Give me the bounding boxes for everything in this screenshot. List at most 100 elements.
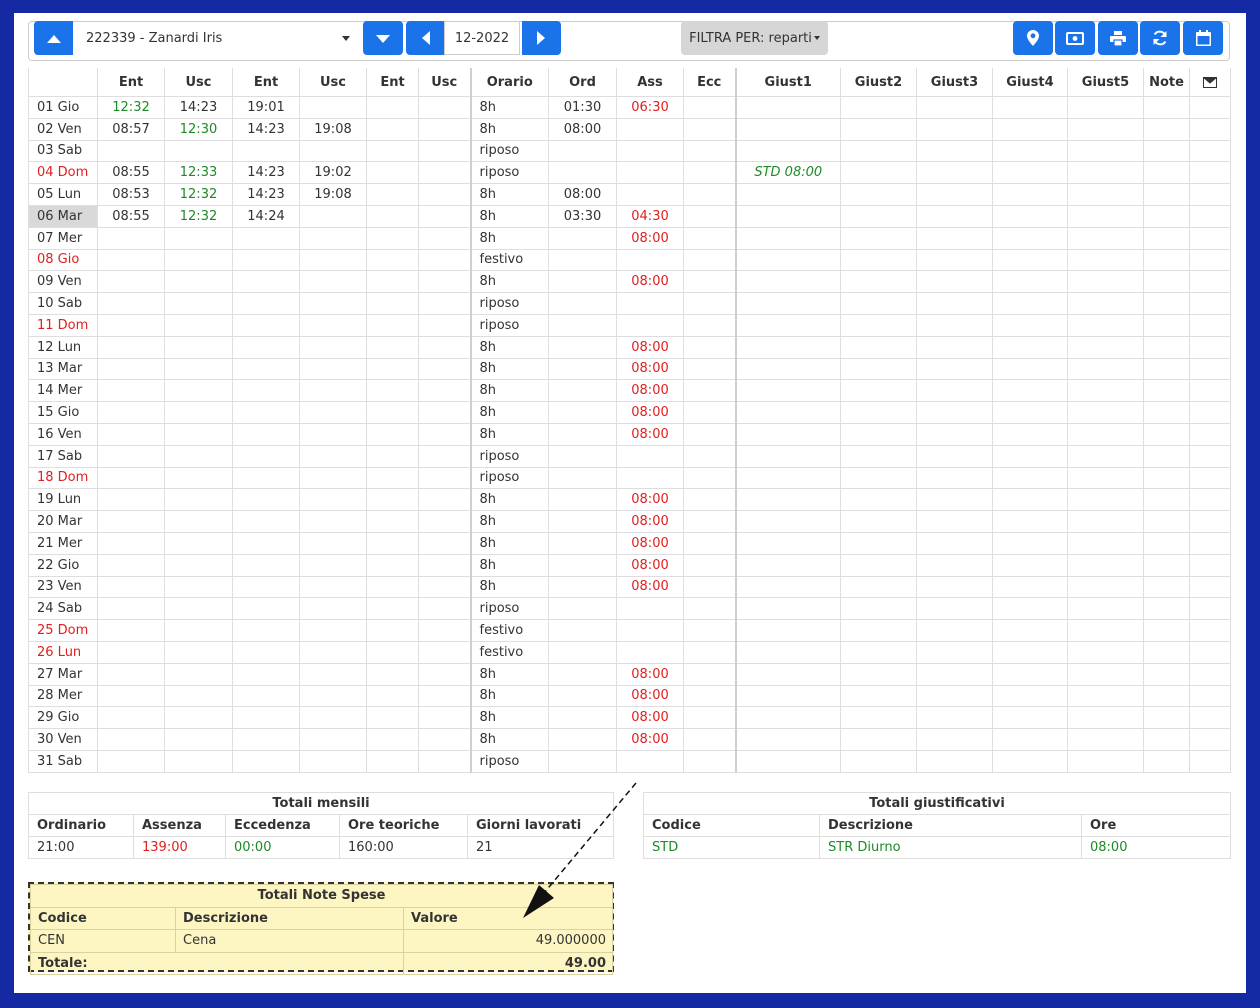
cell-day[interactable]: 18 Dom	[28, 466, 98, 490]
filter-dropdown-button[interactable]: FILTRA PER: reparti	[681, 21, 828, 55]
cell-u3	[418, 161, 471, 185]
cell-ord	[548, 706, 617, 730]
previous-month-button[interactable]	[406, 21, 444, 55]
cell-day[interactable]: 16 Ven	[28, 422, 98, 446]
cell-ord: 08:00	[548, 183, 617, 206]
cell-note	[1143, 204, 1190, 228]
cell-day[interactable]: 19 Lun	[28, 488, 98, 512]
cell-e2	[232, 684, 300, 708]
employee-select[interactable]: 222339 - Zanardi Iris	[73, 23, 356, 53]
cell-giust3	[916, 531, 993, 555]
cell-e1	[97, 270, 165, 294]
cell-ord	[548, 313, 617, 337]
cell-note	[1143, 270, 1190, 294]
cell-orario: riposo	[469, 444, 549, 468]
cell-e3	[366, 379, 419, 403]
cell-giust1	[734, 749, 841, 773]
cell-day[interactable]: 04 Dom	[28, 161, 98, 185]
cell-orario: festivo	[469, 640, 549, 664]
cell-day[interactable]: 23 Ven	[28, 575, 98, 599]
cell-giust4	[992, 183, 1068, 206]
cell-u2	[299, 510, 367, 533]
cell-giust5	[1067, 575, 1144, 599]
cell-ass: 08:00	[616, 270, 684, 294]
cell-orario: 8h	[469, 553, 549, 577]
cell-day[interactable]: 08 Gio	[28, 248, 98, 272]
cell-day[interactable]: 10 Sab	[28, 292, 98, 315]
cell-day[interactable]: 22 Gio	[28, 553, 98, 577]
cell-ord	[548, 662, 617, 686]
col-orario: Orario	[469, 68, 549, 97]
cell-day[interactable]: 07 Mer	[28, 226, 98, 250]
cell-e3	[366, 488, 419, 512]
cell-day[interactable]: 20 Mar	[28, 510, 98, 533]
cell-giust5	[1067, 466, 1144, 490]
cell-day[interactable]: 06 Mar	[28, 204, 98, 228]
cell-day[interactable]: 25 Dom	[28, 619, 98, 642]
cell-day[interactable]: 13 Mar	[28, 357, 98, 381]
cell-mail	[1189, 444, 1231, 468]
expenses-button[interactable]	[1055, 21, 1095, 55]
cell-giust1	[734, 662, 841, 686]
cell-day[interactable]: 11 Dom	[28, 313, 98, 337]
cell-day[interactable]: 05 Lun	[28, 183, 98, 206]
cell-u3	[418, 640, 471, 664]
location-button[interactable]	[1013, 21, 1053, 55]
refresh-button[interactable]	[1140, 21, 1180, 55]
justification-totals-title: Totali giustificativi	[643, 792, 1231, 815]
cell-note	[1143, 401, 1190, 424]
cell-day[interactable]: 14 Mer	[28, 379, 98, 403]
table-row: 01 Gio 12:32 14:23 19:01 8h 01:30 06:30	[28, 96, 1231, 119]
cell-ecc	[683, 706, 736, 730]
cell-giust4	[992, 466, 1068, 490]
cell-giust4	[992, 531, 1068, 555]
cell-day[interactable]: 21 Mer	[28, 531, 98, 555]
cell-giust5	[1067, 117, 1144, 141]
month-input[interactable]: 12-2022	[444, 21, 520, 55]
cell-ecc	[683, 117, 736, 141]
cell-e3	[366, 183, 419, 206]
table-row: 20 Mar 8h 08:00	[28, 510, 1231, 533]
cell-u1	[164, 510, 233, 533]
cell-e3	[366, 531, 419, 555]
calendar-button[interactable]	[1183, 21, 1223, 55]
header-ore-teoriche: Ore teoriche	[339, 814, 468, 837]
next-employee-button[interactable]	[363, 21, 403, 55]
cell-e1	[97, 139, 165, 163]
cell-day[interactable]: 12 Lun	[28, 335, 98, 359]
cell-u1: 14:23	[164, 96, 233, 119]
cell-mail	[1189, 204, 1231, 228]
cell-e2	[232, 619, 300, 642]
cell-u3	[418, 270, 471, 294]
cell-day[interactable]: 29 Gio	[28, 706, 98, 730]
cell-giust4	[992, 684, 1068, 708]
col-mail[interactable]	[1189, 68, 1231, 97]
cell-giust3	[916, 139, 993, 163]
cell-day[interactable]: 26 Lun	[28, 640, 98, 664]
cell-e2	[232, 270, 300, 294]
cell-giust3	[916, 204, 993, 228]
cell-day[interactable]: 27 Mar	[28, 662, 98, 686]
cell-day[interactable]: 24 Sab	[28, 597, 98, 621]
cell-orario: 8h	[469, 357, 549, 381]
cell-day[interactable]: 17 Sab	[28, 444, 98, 468]
cell-ass	[616, 444, 684, 468]
cell-giust5	[1067, 728, 1144, 751]
cell-day[interactable]: 30 Ven	[28, 728, 98, 751]
cell-ass	[616, 749, 684, 773]
cell-e2	[232, 575, 300, 599]
cell-u3	[418, 466, 471, 490]
cell-day[interactable]: 15 Gio	[28, 401, 98, 424]
cell-day[interactable]: 31 Sab	[28, 749, 98, 773]
cell-e1: 12:32	[97, 96, 165, 119]
previous-employee-button[interactable]	[34, 21, 73, 55]
cell-day[interactable]: 01 Gio	[28, 96, 98, 119]
cell-giust3	[916, 640, 993, 664]
cell-giust2	[840, 728, 917, 751]
next-month-button[interactable]	[522, 21, 561, 55]
cell-day[interactable]: 09 Ven	[28, 270, 98, 294]
print-button[interactable]	[1098, 21, 1138, 55]
cell-day[interactable]: 02 Ven	[28, 117, 98, 141]
cell-day[interactable]: 03 Sab	[28, 139, 98, 163]
cell-day[interactable]: 28 Mer	[28, 684, 98, 708]
